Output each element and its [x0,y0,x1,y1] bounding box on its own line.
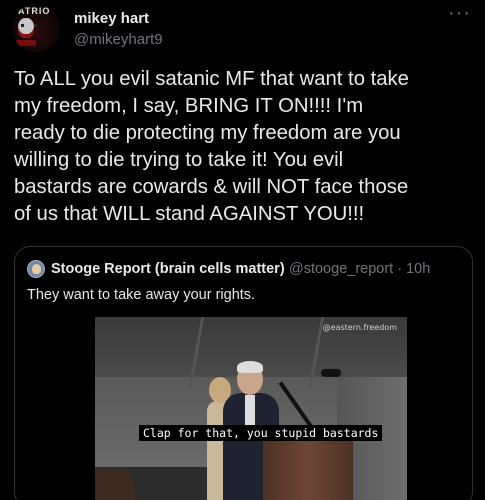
video-podium [263,433,353,500]
video-foreground-object [95,467,135,500]
tweet: ATRIO mikey hart @mikeyhart9 ··· To ALL … [0,0,485,500]
microphone-head [321,369,341,377]
author-handle[interactable]: @mikeyhart9 [74,31,163,48]
author-display-name[interactable]: mikey hart [74,10,149,27]
quoted-tweet-text: They want to take away your rights. [27,287,256,303]
more-options-icon[interactable]: ··· [448,2,471,25]
avatar-decoration [16,40,36,46]
avatar-text: ATRIO [18,6,51,16]
author-avatar[interactable]: ATRIO [12,4,60,52]
video-watermark: @eastern.freedom [322,323,397,332]
video-caption: Clap for that, you stupid bastards [139,425,383,441]
tweet-text: To ALL you evil satanic MF that want to … [14,68,409,225]
quoted-author-display-name[interactable]: Stooge Report (brain cells matter) [51,261,285,277]
quoted-tweet-video[interactable]: @eastern.freedom Clap for that, you stup… [95,317,407,500]
quoted-tweet[interactable]: Stooge Report (brain cells matter) @stoo… [14,246,473,500]
avatar-skull-image [18,18,37,38]
quoted-author-handle-time[interactable]: @stooge_report · 10h [289,261,430,277]
quoted-author-avatar[interactable] [27,260,45,278]
